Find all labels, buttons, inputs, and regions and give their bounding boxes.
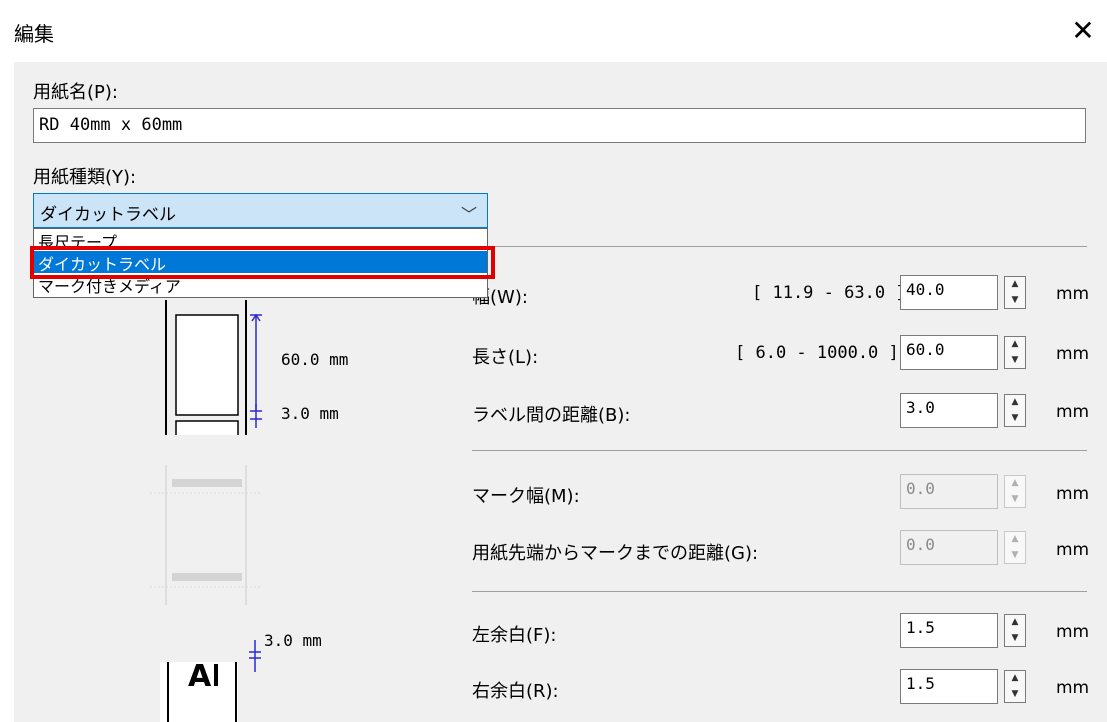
right-margin-unit: mm <box>1056 678 1090 698</box>
mark-media-diagram <box>150 465 260 605</box>
right-margin-spinner[interactable]: ▲ ▼ <box>1004 670 1026 703</box>
chevron-down-icon: ﹀ <box>460 205 477 224</box>
separator <box>472 591 1087 592</box>
width-range: [ 11.9 - 63.0 ] <box>752 283 906 303</box>
window-title: 編集 <box>14 22 54 46</box>
mark-distance-spinner[interactable]: ▲ ▼ <box>1004 531 1026 564</box>
close-icon[interactable]: ✕ <box>1066 14 1100 48</box>
paper-name-input[interactable]: RD 40mm x 60mm <box>33 108 1086 143</box>
spin-up-icon[interactable]: ▲ <box>1005 277 1025 292</box>
width-spinner[interactable]: ▲ ▼ <box>1004 276 1026 309</box>
length-label: 長さ(L): <box>472 347 539 368</box>
left-margin-unit: mm <box>1056 622 1090 642</box>
spin-up-icon[interactable]: ▲ <box>1005 476 1025 491</box>
left-margin-spinner[interactable]: ▲ ▼ <box>1004 614 1026 647</box>
width-unit: mm <box>1056 284 1090 304</box>
label-height-text: 60.0 mm <box>281 350 349 369</box>
mark-distance-input[interactable]: 0.0 <box>900 530 998 565</box>
length-range: [ 6.0 - 1000.0 ] <box>735 343 899 363</box>
spin-down-icon[interactable]: ▼ <box>1005 687 1025 702</box>
spin-up-icon[interactable]: ▲ <box>1005 615 1025 630</box>
left-margin-input[interactable]: 1.5 <box>900 613 998 648</box>
spin-down-icon[interactable]: ▼ <box>1005 631 1025 646</box>
mark-width-input[interactable]: 0.0 <box>900 474 998 509</box>
length-unit: mm <box>1056 344 1090 364</box>
right-margin-label: 右余白(R): <box>472 681 559 702</box>
paper-type-select[interactable]: ダイカットラベル ﹀ <box>33 193 488 228</box>
mark-width-label: マーク幅(M): <box>472 486 580 507</box>
mark-distance-label: 用紙先端からマークまでの距離(G): <box>472 543 759 564</box>
mark-width-spinner[interactable]: ▲ ▼ <box>1004 475 1026 508</box>
label-gap-input[interactable]: 3.0 <box>900 393 998 428</box>
label-gap-unit: mm <box>1056 402 1090 422</box>
paper-type-selected-value: ダイカットラベル <box>40 205 176 225</box>
separator <box>488 246 1087 247</box>
separator <box>472 450 1087 451</box>
margin-value-text: 3.0 mm <box>264 631 322 650</box>
length-spinner[interactable]: ▲ ▼ <box>1004 336 1026 369</box>
width-input[interactable]: 40.0 <box>900 275 998 310</box>
sample-text: AB <box>188 662 218 694</box>
label-gap-label: ラベル間の距離(B): <box>472 405 631 426</box>
paper-type-label: 用紙種類(Y): <box>33 167 137 188</box>
spin-up-icon[interactable]: ▲ <box>1005 395 1025 410</box>
spin-up-icon[interactable]: ▲ <box>1005 671 1025 686</box>
paper-name-label: 用紙名(P): <box>33 82 118 103</box>
spin-down-icon[interactable]: ▼ <box>1005 492 1025 507</box>
mark-width-unit: mm <box>1056 484 1090 504</box>
margin-diagram <box>160 640 261 722</box>
spin-down-icon[interactable]: ▼ <box>1005 411 1025 426</box>
highlight-box <box>30 246 495 279</box>
mark-distance-unit: mm <box>1056 540 1090 560</box>
spin-down-icon[interactable]: ▼ <box>1005 353 1025 368</box>
spin-up-icon[interactable]: ▲ <box>1005 337 1025 352</box>
label-gap-spinner[interactable]: ▲ ▼ <box>1004 394 1026 427</box>
label-gap-text: 3.0 mm <box>281 404 339 423</box>
right-margin-input[interactable]: 1.5 <box>900 669 998 704</box>
spin-down-icon[interactable]: ▼ <box>1005 548 1025 563</box>
spin-down-icon[interactable]: ▼ <box>1005 293 1025 308</box>
left-margin-label: 左余白(F): <box>472 625 557 646</box>
title-bar: 編集 ✕ <box>0 0 1107 62</box>
spin-up-icon[interactable]: ▲ <box>1005 532 1025 547</box>
length-input[interactable]: 60.0 <box>900 335 998 370</box>
